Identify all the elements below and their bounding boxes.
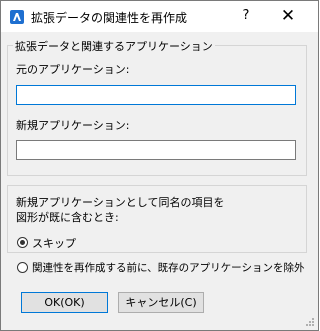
applications-group-legend: 拡張データと関連するアプリケーション — [13, 38, 215, 54]
skip-radio[interactable] — [17, 237, 28, 248]
window-title: 拡張データの関連性を再作成 — [31, 11, 188, 25]
source-application-label: 元のアプリケーション: — [16, 63, 130, 76]
radio-selected-dot — [20, 240, 25, 245]
resize-grip-icon[interactable] — [306, 318, 315, 327]
cancel-button[interactable]: キャンセル(C) — [118, 292, 204, 313]
title-bar[interactable]: 拡張データの関連性を再作成 ? ✕ — [1, 1, 318, 32]
ok-button[interactable]: OK(OK) — [21, 292, 108, 313]
remove-existing-option-label[interactable]: 関連性を再作成する前に、既存のアプリケーションを除外 — [32, 260, 304, 275]
skip-option-label[interactable]: スキップ — [32, 235, 76, 251]
help-button[interactable]: ? — [234, 5, 258, 27]
conflict-description-line1: 新規アプリケーションとして同名の項目を — [16, 196, 225, 209]
close-icon: ✕ — [280, 6, 296, 26]
dialog-window: 拡張データの関連性を再作成 ? ✕ 拡張データと関連するアプリケーション 元のア… — [0, 0, 319, 331]
close-button[interactable]: ✕ — [276, 5, 300, 27]
source-application-input[interactable] — [16, 85, 296, 105]
conflict-description-line2: 図形が既に含むとき: — [16, 211, 119, 224]
new-application-label: 新規アプリケーション: — [16, 119, 130, 132]
bricscad-app-icon — [10, 10, 24, 24]
new-application-input[interactable] — [16, 140, 296, 160]
remove-existing-radio[interactable] — [17, 262, 28, 273]
